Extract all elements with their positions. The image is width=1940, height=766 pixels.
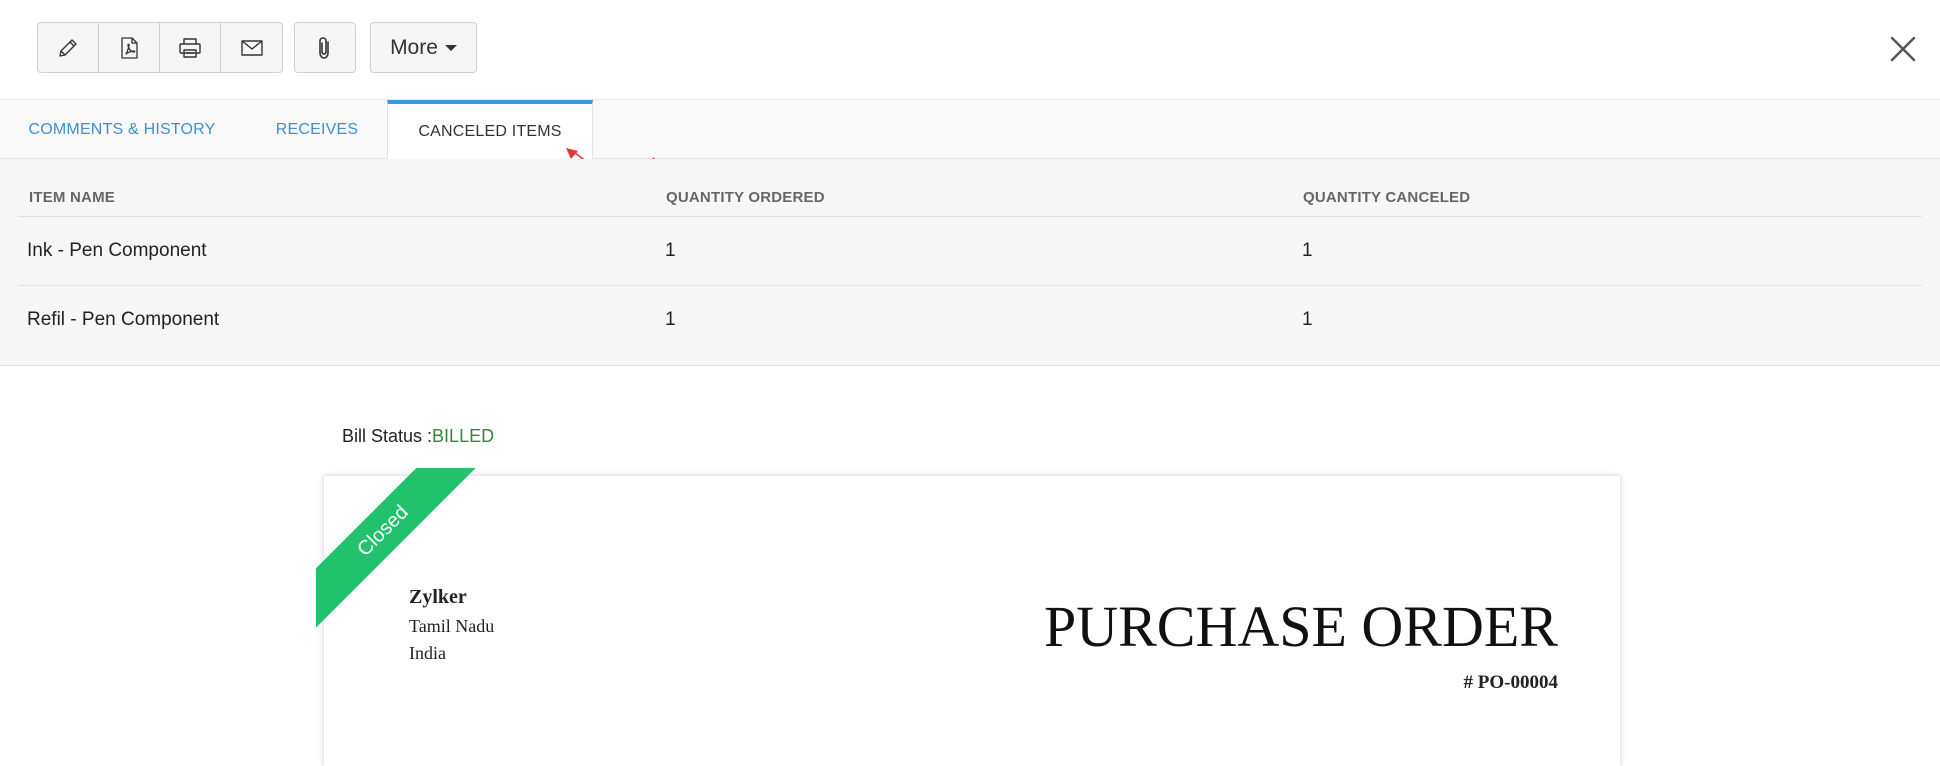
attach-button[interactable] [294, 22, 356, 73]
po-number: # PO-00004 [1463, 672, 1558, 693]
bill-status: Bill Status :BILLED [342, 426, 494, 447]
bill-status-value: BILLED [432, 426, 495, 446]
paperclip-icon [319, 36, 329, 59]
mail-icon [240, 39, 263, 56]
tab-receives[interactable]: RECEIVES [262, 100, 372, 159]
pdf-icon [121, 36, 138, 59]
bill-status-label: Bill Status : [342, 426, 433, 446]
pdf-button[interactable] [99, 23, 160, 72]
tab-label: CANCELED ITEMS [418, 123, 562, 140]
pencil-icon [59, 38, 77, 57]
organization-name: Zylker [409, 586, 467, 608]
quantity-ordered-cell: 1 [665, 309, 676, 330]
close-icon [1890, 36, 1916, 62]
purchase-order-document: Closed Zylker Tamil Nadu India PURCHASE … [316, 468, 1620, 766]
organization-address-line: Tamil Nadu [409, 616, 495, 636]
action-button-group [37, 22, 283, 73]
more-dropdown-button[interactable]: More [370, 22, 477, 73]
item-name-cell: Ink - Pen Component [27, 240, 207, 261]
quantity-canceled-cell: 1 [1302, 240, 1313, 261]
tab-comments-history[interactable]: COMMENTS & HISTORY [18, 100, 226, 159]
canceled-items-table: ITEM NAME QUANTITY ORDERED QUANTITY CANC… [0, 159, 1940, 366]
close-button[interactable] [1888, 34, 1918, 64]
more-label: More [390, 35, 438, 59]
item-name-cell: Refil - Pen Component [27, 309, 220, 330]
toolbar: More [0, 0, 1940, 100]
column-header-item-name: ITEM NAME [29, 189, 115, 206]
quantity-ordered-cell: 1 [665, 240, 676, 261]
divider [18, 216, 1922, 217]
organization-address-line: India [409, 643, 446, 663]
email-button[interactable] [221, 23, 282, 72]
edit-button[interactable] [38, 23, 99, 72]
column-header-quantity-ordered: QUANTITY ORDERED [666, 189, 825, 206]
column-header-quantity-canceled: QUANTITY CANCELED [1303, 189, 1471, 206]
document-title: PURCHASE ORDER [1043, 594, 1558, 659]
divider [18, 285, 1922, 286]
tab-label: RECEIVES [275, 120, 359, 138]
caret-down-icon [444, 44, 457, 51]
tab-label: COMMENTS & HISTORY [28, 120, 216, 138]
quantity-canceled-cell: 1 [1302, 309, 1313, 330]
tab-bar: COMMENTS & HISTORY RECEIVES CANCELED ITE… [0, 100, 1940, 160]
print-button[interactable] [160, 23, 221, 72]
printer-icon [179, 37, 201, 58]
